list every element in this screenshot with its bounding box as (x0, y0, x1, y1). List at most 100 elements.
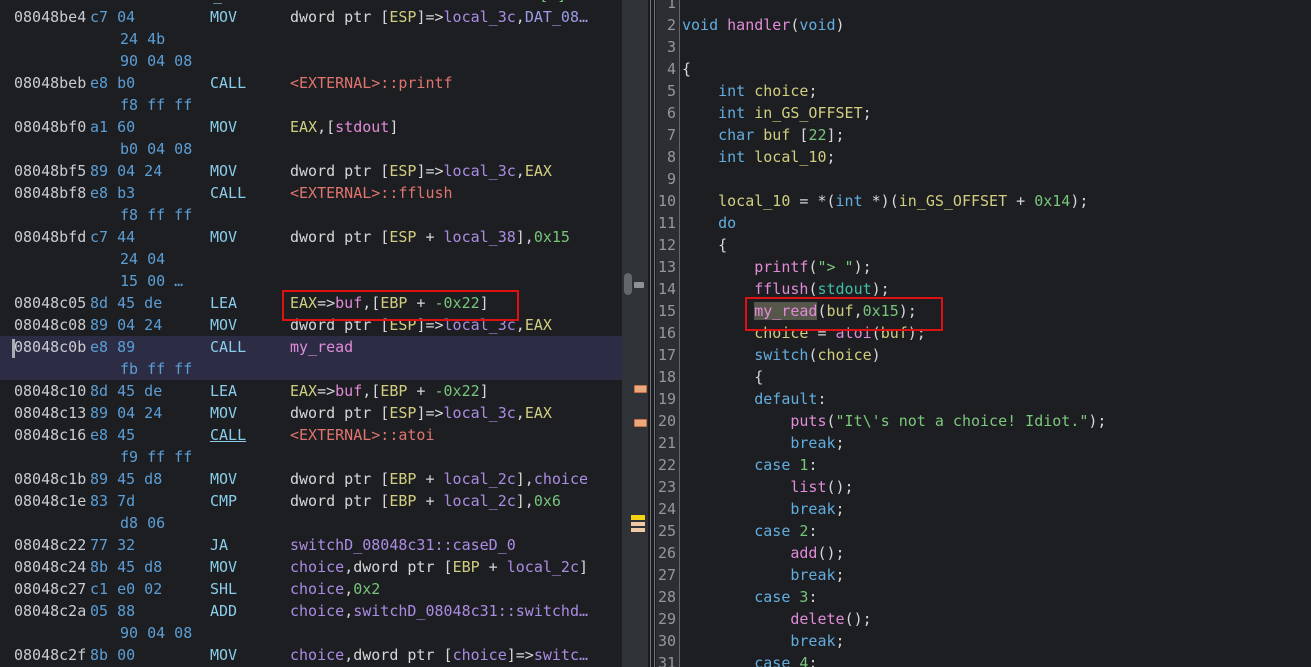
asm-row[interactable]: 08048c27c1 e0 02SHLchoice,0x2 (0, 578, 622, 600)
code-line[interactable]: case 3: (682, 586, 1311, 608)
asm-row[interactable]: 24 04 (0, 248, 622, 270)
asm-row[interactable]: 08048bf0a1 60MOVEAX,[stdout] (0, 116, 622, 138)
annotation-box-decompiler (745, 297, 943, 331)
asm-row[interactable]: 08048c2f8b 00MOVchoice,dword ptr [choice… (0, 644, 622, 666)
token: switch (754, 346, 808, 364)
mnemonic: CMP (210, 490, 237, 512)
code-line[interactable]: break; (682, 498, 1311, 520)
address: 08048c1b (14, 468, 86, 490)
analysis-marker[interactable] (634, 385, 647, 393)
code-line[interactable] (682, 36, 1311, 58)
line-number: 22 (658, 454, 676, 476)
token: <EXTERNAL>::atoi (290, 426, 435, 444)
code-line[interactable]: case 2: (682, 520, 1311, 542)
asm-row[interactable]: fb ff ff (0, 358, 622, 380)
code-line[interactable]: printf("> "); (682, 256, 1311, 278)
code-line[interactable]: int local_10; (682, 146, 1311, 168)
code-line[interactable]: { (682, 234, 1311, 256)
token: EBP (389, 492, 416, 510)
line-number: 24 (658, 498, 676, 520)
code-line[interactable]: case 1: (682, 454, 1311, 476)
position-marker[interactable] (634, 282, 644, 288)
asm-row[interactable]: f8 ff ff (0, 204, 622, 226)
address: 08048bf8 (14, 182, 86, 204)
operands: choice,dword ptr [choice]=>switc… (290, 644, 588, 666)
analysis-marker[interactable] (634, 419, 647, 427)
asm-row[interactable]: b0 04 08 (0, 138, 622, 160)
code-line[interactable]: switch(choice) (682, 344, 1311, 366)
address: 08048c08 (14, 314, 86, 336)
code-line[interactable]: { (682, 58, 1311, 80)
token: choice (817, 346, 871, 364)
code-line[interactable]: { (682, 366, 1311, 388)
token: switchD_08048c31::switchd… (353, 602, 588, 620)
asm-row[interactable]: d8 06 (0, 512, 622, 534)
token: local_10 (754, 148, 826, 166)
code-line[interactable]: default: (682, 388, 1311, 410)
asm-row[interactable]: 08048bebe8 b0CALL<EXTERNAL>::printf (0, 72, 622, 94)
line-number: 28 (658, 586, 676, 608)
code-line[interactable]: int choice; (682, 80, 1311, 102)
code-line[interactable]: char buf [22]; (682, 124, 1311, 146)
asm-row[interactable]: f8 ff ff (0, 94, 622, 116)
address: 08048c27 (14, 578, 86, 600)
line-number: 23 (658, 476, 676, 498)
bookmark-marker[interactable] (631, 515, 645, 534)
token: buf (335, 382, 362, 400)
token: dword ptr [ (290, 228, 389, 246)
code-line[interactable] (682, 0, 1311, 14)
asm-row[interactable]: 08048c1389 04 24MOVdword ptr [ESP]=>loca… (0, 402, 622, 424)
panel-splitter[interactable] (648, 0, 656, 667)
asm-row[interactable]: 15 00 … (0, 270, 622, 292)
token: : (808, 654, 817, 667)
asm-row[interactable]: 08048bf8e8 b3CALL<EXTERNAL>::fflush (0, 182, 622, 204)
asm-row[interactable]: f9 ff ff (0, 446, 622, 468)
mnemonic: MOV (210, 314, 237, 336)
line-number: 5 (667, 80, 676, 102)
asm-row[interactable]: 08048c108d 45 deLEAEAX=>buf,[EBP + -0x22… (0, 380, 622, 402)
token: , (344, 646, 353, 664)
code-line[interactable]: break; (682, 630, 1311, 652)
code-line[interactable]: break; (682, 432, 1311, 454)
code-line[interactable]: add(); (682, 542, 1311, 564)
bytes: a1 60 (90, 116, 135, 138)
code-line[interactable]: local_10 = *(int *)(in_GS_OFFSET + 0x14)… (682, 190, 1311, 212)
asm-row[interactable]: 08048c2a05 88ADDchoice,switchD_08048c31:… (0, 600, 622, 622)
line-number: 1 (667, 0, 676, 14)
asm-row[interactable]: 08048c1e83 7dCMPdword ptr [EBP + local_2… (0, 490, 622, 512)
code-line[interactable]: int in_GS_OFFSET; (682, 102, 1311, 124)
operands: my_read (290, 336, 353, 358)
asm-row[interactable]: 08048c1b89 45 d8MOVdword ptr [EBP + loca… (0, 468, 622, 490)
asm-row[interactable]: 90 04 08 (0, 50, 622, 72)
asm-row[interactable]: 08048c0be8 89CALLmy_read (0, 336, 622, 358)
asm-row[interactable]: 08048c248b 45 d8MOVchoice,dword ptr [EBP… (0, 556, 622, 578)
line-number: 21 (658, 432, 676, 454)
token: choice (290, 646, 344, 664)
code-line[interactable]: delete(); (682, 608, 1311, 630)
code-line[interactable]: puts("It\'s not a choice! Idiot."); (682, 410, 1311, 432)
token (682, 654, 754, 667)
asm-row[interactable]: 08048c2277 32JAswitchD_08048c31::caseD_0 (0, 534, 622, 556)
operands: dword ptr [ESP]=>local_3c,EAX (290, 402, 552, 424)
asm-row[interactable]: 08048be4c7 04MOVdword ptr [ESP]=>local_3… (0, 6, 622, 28)
code-line[interactable]: void handler(void) (682, 14, 1311, 36)
token: = *( (790, 192, 835, 210)
mnemonic: ADD (210, 600, 237, 622)
mnemonic: MOV (210, 556, 237, 578)
token: case (754, 522, 790, 540)
asm-row[interactable]: 08048bf589 04 24MOVdword ptr [ESP]=>loca… (0, 160, 622, 182)
code-line[interactable]: list(); (682, 476, 1311, 498)
token: ( (827, 412, 836, 430)
code-line[interactable] (682, 168, 1311, 190)
asm-row[interactable]: 24 4b (0, 28, 622, 50)
code-line[interactable]: do (682, 212, 1311, 234)
token: "It\'s not a choice! Idiot." (836, 412, 1089, 430)
mnemonic: MOV (210, 402, 237, 424)
asm-row[interactable]: 08048bfdc7 44MOVdword ptr [ESP + local_3… (0, 226, 622, 248)
token: ]=> (416, 8, 443, 26)
asm-row[interactable]: 90 04 08 (0, 622, 622, 644)
code-line[interactable]: break; (682, 564, 1311, 586)
scrollbar-thumb[interactable] (624, 273, 632, 295)
code-line[interactable]: case 4: (682, 652, 1311, 667)
asm-row[interactable]: 08048c16e8 45CALL<EXTERNAL>::atoi (0, 424, 622, 446)
